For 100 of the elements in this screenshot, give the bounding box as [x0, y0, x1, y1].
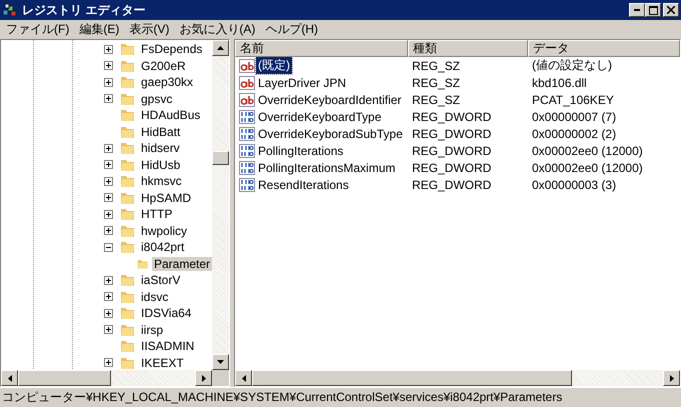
tree-item[interactable]: HpSAMD: [139, 190, 194, 205]
right-arrow-icon: [202, 374, 206, 382]
plus-box-icon[interactable]: [104, 325, 113, 334]
plus-box-icon[interactable]: [104, 160, 113, 170]
value-name[interactable]: LayerDriver JPN: [256, 76, 348, 90]
menu-item[interactable]: ヘルプ(H): [261, 20, 324, 38]
value-data: 0x00000007 (7): [531, 110, 618, 124]
plus-box-icon[interactable]: [104, 193, 113, 202]
scroll-thumb[interactable]: [212, 151, 229, 165]
value-name[interactable]: (既定): [256, 57, 292, 74]
close-button[interactable]: [663, 3, 679, 17]
tree-item[interactable]: Parameter: [152, 256, 212, 271]
folder-icon: [120, 239, 136, 256]
binary-value-icon: [239, 108, 255, 124]
down-arrow-icon: [217, 360, 224, 364]
window-title: レジストリ エディター: [22, 2, 146, 18]
tree-item[interactable]: IKEEXT: [139, 356, 186, 370]
value-data: 0x00002ee0 (12000): [531, 144, 644, 158]
value-type: REG_SZ: [411, 92, 462, 106]
status-bar: コンピューター¥HKEY_LOCAL_MACHINE¥SYSTEM¥CurrentControlSet¥services¥i8042prt¥Parameters: [0, 387, 681, 407]
scroll-up-button[interactable]: [212, 40, 229, 56]
column-header[interactable]: 種類: [408, 40, 528, 57]
menu-item[interactable]: 表示(V): [125, 20, 176, 38]
value-data: 0x00000002 (2): [531, 126, 618, 140]
binary-value-icon: [239, 160, 255, 176]
folder-icon: [120, 140, 136, 156]
tree-item[interactable]: gaep30kx: [139, 75, 196, 90]
value-name[interactable]: OverrideKeyboardType: [256, 110, 384, 124]
binary-value-icon: [239, 142, 255, 158]
plus-box-icon[interactable]: [104, 78, 113, 87]
maximize-icon: [648, 6, 658, 14]
tree-item[interactable]: HidUsb: [139, 158, 182, 172]
tree-item[interactable]: gpsvc: [139, 92, 174, 106]
minimize-button[interactable]: [629, 3, 645, 17]
tree-item[interactable]: FsDepends: [139, 42, 204, 56]
plus-box-icon[interactable]: [104, 176, 113, 186]
scroll-thumb[interactable]: [18, 370, 111, 386]
plus-box-icon[interactable]: [104, 276, 113, 285]
close-icon: [667, 6, 675, 14]
plus-box-icon[interactable]: [104, 94, 113, 104]
folder-icon: [120, 305, 136, 322]
tree-item[interactable]: HidBatt: [139, 124, 182, 139]
value-name[interactable]: PollingIterationsMaximum: [256, 160, 398, 174]
scroll-right-button[interactable]: [195, 370, 212, 386]
tree-item[interactable]: hwpolicy: [139, 224, 190, 238]
right-arrow-icon: [670, 374, 674, 382]
binary-value-icon: [239, 176, 255, 192]
value-data: PCAT_106KEY: [531, 92, 615, 106]
tree-item[interactable]: iirsp: [139, 322, 166, 337]
value-type: REG_DWORD: [411, 160, 492, 174]
plus-box-icon[interactable]: [104, 144, 113, 153]
tree-item[interactable]: G200eR: [139, 58, 188, 73]
value-type: REG_SZ: [411, 76, 462, 90]
string-value-icon: [239, 58, 255, 74]
folder-icon: [120, 41, 136, 58]
value-name[interactable]: ResendIterations: [256, 178, 351, 192]
value-name[interactable]: PollingIterations: [256, 144, 346, 158]
column-header[interactable]: 名前: [235, 40, 408, 57]
tree-item[interactable]: IDSVia64: [139, 306, 194, 320]
menu-item[interactable]: お気に入り(A): [175, 20, 262, 38]
value-type: REG_DWORD: [411, 110, 492, 124]
scroll-left-button[interactable]: [1, 370, 18, 386]
value-name[interactable]: OverrideKeyboradSubType: [256, 126, 405, 140]
minus-box-icon[interactable]: [104, 242, 113, 252]
folder-icon: [120, 173, 136, 190]
value-type: REG_DWORD: [411, 178, 492, 192]
tree-item[interactable]: HDAudBus: [139, 108, 202, 122]
value-name[interactable]: OverrideKeyboardIdentifier: [256, 92, 404, 106]
scroll-right-button[interactable]: [663, 370, 680, 386]
value-data: 0x00002ee0 (12000): [531, 160, 644, 174]
plus-box-icon[interactable]: [104, 44, 113, 54]
menu-item[interactable]: ファイル(F): [2, 20, 76, 38]
scroll-down-button[interactable]: [212, 354, 229, 370]
plus-box-icon[interactable]: [104, 292, 113, 302]
tree-item[interactable]: i8042prt: [139, 240, 186, 254]
folder-icon: [120, 272, 136, 288]
left-arrow-icon: [8, 374, 12, 382]
plus-box-icon[interactable]: [104, 308, 113, 318]
tree-item[interactable]: idsvc: [139, 290, 170, 304]
folder-icon: [120, 206, 136, 222]
plus-box-icon[interactable]: [104, 226, 113, 236]
string-value-icon: [239, 92, 255, 108]
value-type: REG_DWORD: [411, 144, 492, 158]
tree-item[interactable]: HTTP: [139, 207, 174, 222]
tree-item[interactable]: iaStorV: [139, 273, 182, 288]
plus-box-icon[interactable]: [104, 210, 113, 219]
maximize-button[interactable]: [645, 3, 661, 17]
tree-item[interactable]: IISADMIN: [139, 339, 196, 354]
left-arrow-icon: [242, 374, 246, 382]
plus-box-icon[interactable]: [104, 61, 113, 70]
plus-box-icon[interactable]: [104, 358, 113, 368]
tree-item[interactable]: hkmsvc: [139, 174, 184, 188]
scroll-left-button[interactable]: [235, 370, 252, 386]
value-data: kbd106.dll: [531, 76, 588, 90]
column-header[interactable]: データ: [528, 40, 680, 57]
string-value-icon: [239, 74, 255, 90]
value-data: (値の設定なし): [531, 57, 613, 74]
menu-item[interactable]: 編集(E): [75, 20, 126, 38]
scroll-thumb[interactable]: [252, 370, 572, 386]
tree-item[interactable]: hidserv: [139, 141, 182, 156]
